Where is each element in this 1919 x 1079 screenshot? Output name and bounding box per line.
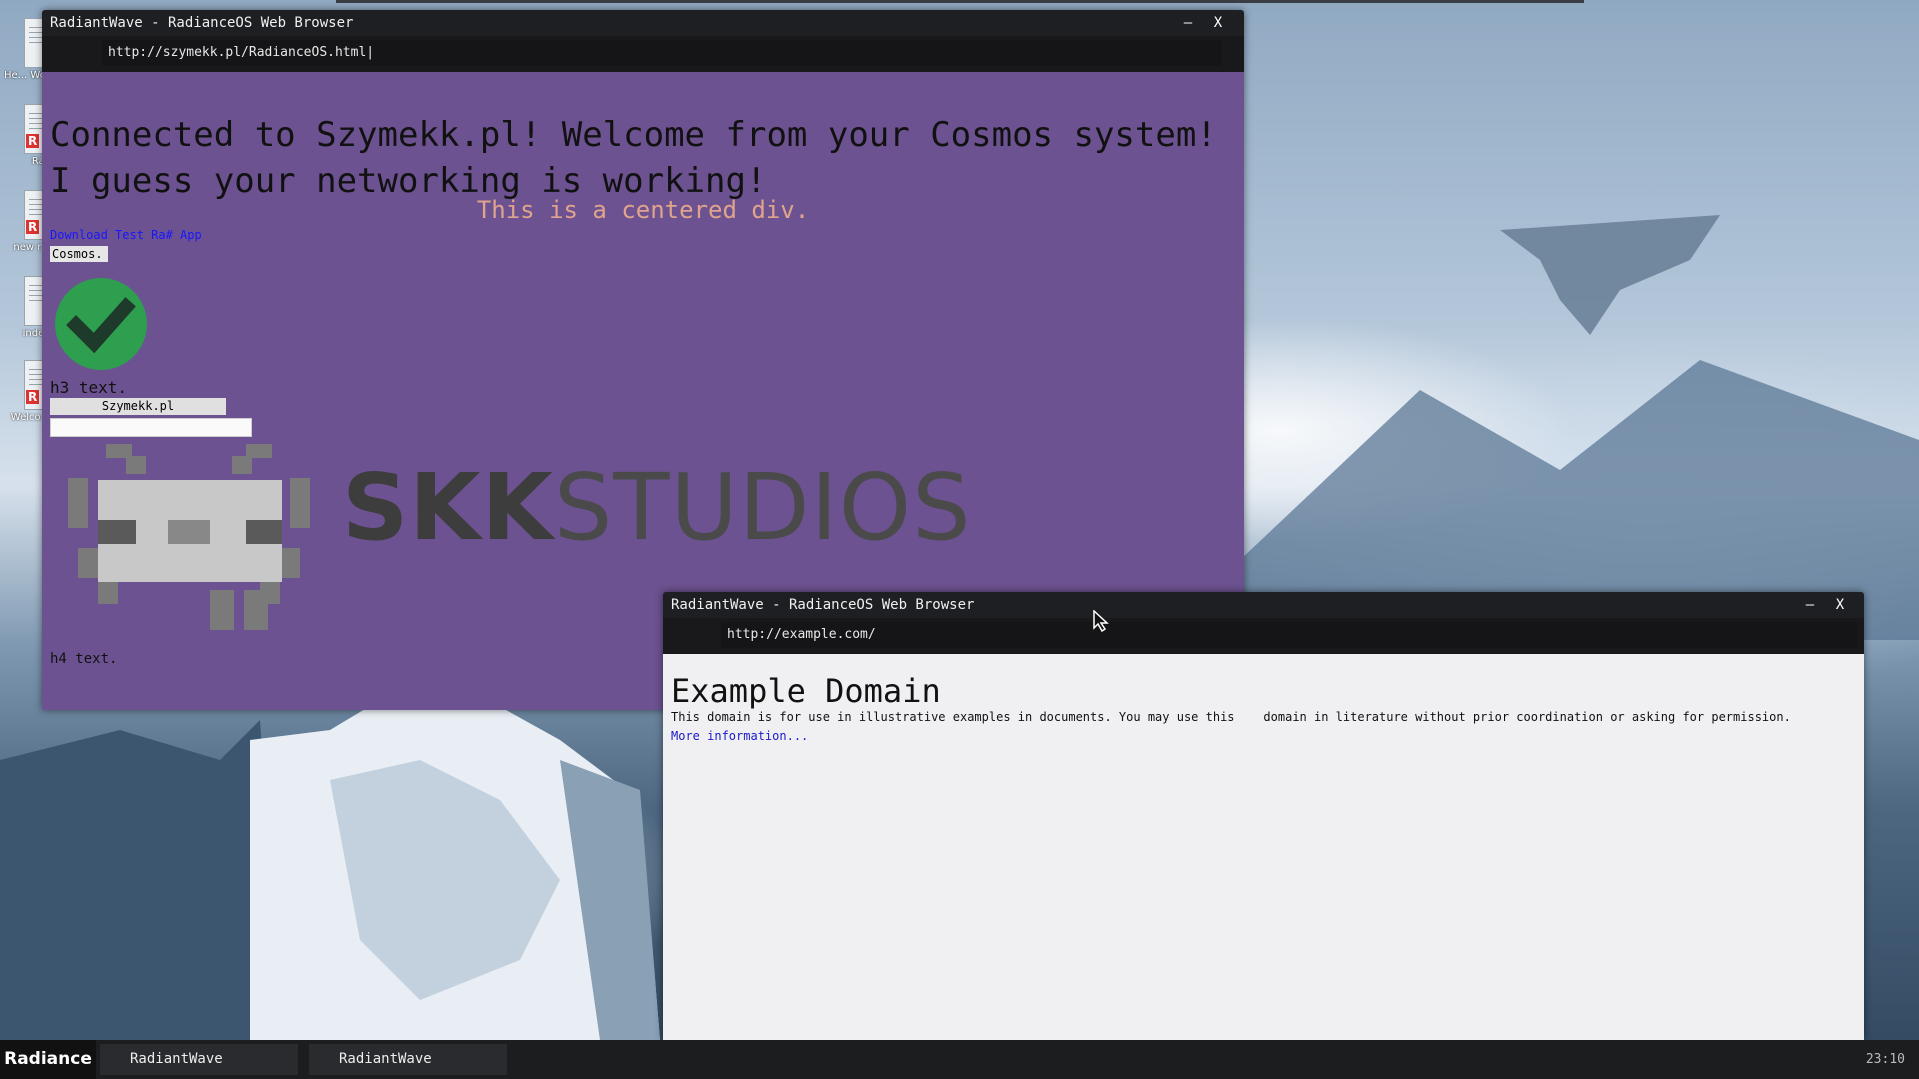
address-bar: http://example.com/ — [663, 618, 1864, 654]
szymekk-button[interactable]: Szymekk.pl — [50, 398, 226, 415]
window-title: RadiantWave - RadianceOS Web Browser — [50, 15, 354, 31]
checkmark-icon — [55, 278, 147, 370]
clock: 23:10 — [1865, 1052, 1905, 1067]
url-input[interactable]: http://example.com/ — [721, 622, 1857, 648]
ra-badge: R — [26, 220, 40, 234]
start-button[interactable]: Radiance — [0, 1040, 96, 1079]
taskbar-item-radiantwave[interactable]: RadiantWave — [309, 1044, 507, 1075]
heading-line-2: I guess your networking is working! — [50, 161, 767, 201]
minimize-button[interactable]: – — [1174, 10, 1202, 36]
ra-badge: R — [26, 390, 40, 404]
minimize-button[interactable]: – — [1796, 592, 1824, 618]
taskbar: Radiance RadiantWave RadiantWave 23:10 — [0, 1040, 1919, 1079]
mouse-cursor-icon — [1093, 610, 1109, 632]
cosmos-button[interactable]: Cosmos. — [50, 246, 108, 262]
logo-wordmark: SKKSTUDIOS — [342, 462, 972, 554]
h3-text: h3 text. — [50, 378, 128, 397]
url-input[interactable]: http://szymekk.pl/RadianceOS.html| — [102, 40, 1222, 66]
close-button[interactable]: X — [1204, 10, 1232, 36]
logo-light: STUDIOS — [553, 454, 972, 561]
window-titlebar[interactable]: RadiantWave - RadianceOS Web Browser – X — [663, 592, 1864, 618]
close-button[interactable]: X — [1826, 592, 1854, 618]
ra-badge: R — [26, 134, 40, 148]
page-heading: Connected to Szymekk.pl! Welcome from yo… — [50, 112, 1217, 204]
download-link[interactable]: Download Test Ra# App — [50, 228, 202, 242]
text-input[interactable] — [50, 418, 252, 437]
window-title: RadiantWave - RadianceOS Web Browser — [671, 597, 975, 613]
centered-div: This is a centered div. — [476, 196, 810, 224]
more-information-link[interactable]: More information... — [671, 729, 808, 743]
logo-bold: SKK — [342, 454, 554, 561]
window-titlebar[interactable]: RadiantWave - RadianceOS Web Browser – X — [42, 10, 1244, 36]
page-heading: Example Domain — [671, 672, 941, 710]
heading-line-1: Connected to Szymekk.pl! Welcome from yo… — [50, 115, 1217, 155]
browser-window-example: RadiantWave - RadianceOS Web Browser – X… — [663, 592, 1864, 1040]
h4-text: h4 text. — [50, 651, 118, 667]
page-content: Example Domain This domain is for use in… — [663, 654, 1864, 1040]
page-paragraph: This domain is for use in illustrative e… — [671, 710, 1791, 724]
address-bar: http://szymekk.pl/RadianceOS.html| — [42, 36, 1244, 72]
taskbar-item-radiantwave[interactable]: RadiantWave — [100, 1044, 298, 1075]
